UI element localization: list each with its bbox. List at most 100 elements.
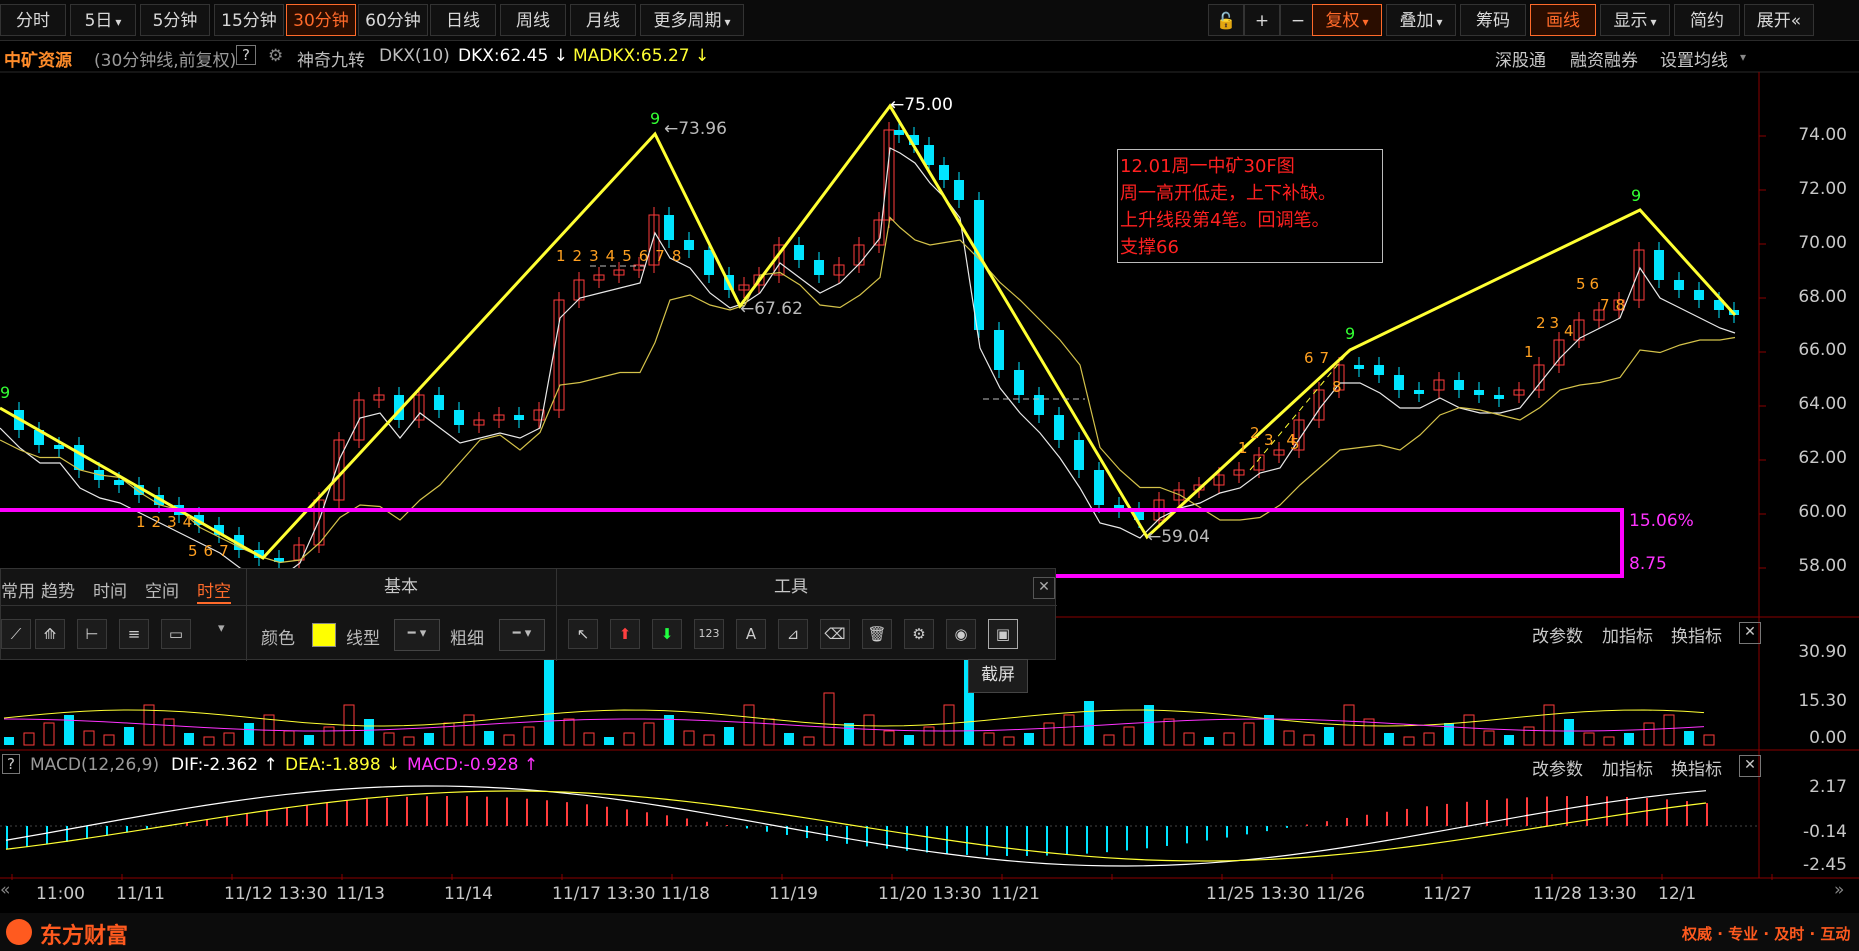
close-icon[interactable]: ✕ bbox=[1033, 577, 1055, 599]
number-icon[interactable]: 123 bbox=[694, 619, 724, 649]
price-tick: 62.00 bbox=[1798, 448, 1847, 468]
tab-time[interactable]: 时间 bbox=[93, 577, 127, 602]
chevron-down-icon[interactable]: ▾ bbox=[218, 621, 225, 636]
candle-down bbox=[1054, 415, 1064, 440]
vol-tick: 0.00 bbox=[1809, 728, 1847, 748]
count-seq: 1234 bbox=[136, 513, 199, 531]
scroll-left-icon[interactable]: « bbox=[0, 880, 10, 900]
macd-edit-params[interactable]: 改参数 bbox=[1532, 755, 1583, 780]
volume-bar-up bbox=[1543, 704, 1555, 746]
up-arrow-icon[interactable]: ⬆ bbox=[610, 619, 640, 649]
macd-add-indicator[interactable]: 加指标 bbox=[1602, 755, 1653, 780]
h-span-icon[interactable]: ⊢ bbox=[77, 619, 107, 649]
volume-bar-down bbox=[544, 645, 554, 745]
candle-down bbox=[1494, 395, 1504, 399]
volume-bar-up bbox=[1643, 722, 1655, 746]
volume-bar-down bbox=[1084, 701, 1094, 745]
candle-down bbox=[434, 395, 444, 410]
vol-add-indicator[interactable]: 加指标 bbox=[1602, 622, 1653, 647]
macd-hist-bar bbox=[606, 806, 608, 826]
volume-bar-up bbox=[43, 722, 55, 746]
vol-edit-params[interactable]: 改参数 bbox=[1532, 622, 1583, 647]
price-tick: 74.00 bbox=[1798, 125, 1847, 145]
tab-spacetime[interactable]: 时空 bbox=[197, 577, 231, 604]
volume-bar-up bbox=[1103, 734, 1115, 746]
candle-down bbox=[1094, 470, 1104, 505]
tab-trend[interactable]: 趋势 bbox=[41, 577, 75, 602]
macd-help-icon[interactable]: ? bbox=[2, 754, 20, 774]
trash-icon[interactable]: 🗑 bbox=[862, 619, 892, 649]
volume-bar-up bbox=[583, 732, 595, 746]
macd-hist-bar bbox=[506, 797, 508, 826]
count-seq: 4 bbox=[1564, 322, 1574, 340]
macd-hist-bar bbox=[106, 826, 108, 836]
macd-hist-bar bbox=[1006, 826, 1008, 856]
volume-bar-down bbox=[364, 719, 374, 745]
macd-hist-bar bbox=[6, 826, 8, 850]
macd-switch-indicator[interactable]: 换指标 bbox=[1671, 755, 1722, 780]
volume-bar-up bbox=[1583, 732, 1595, 746]
rectangle-icon[interactable]: ▭ bbox=[161, 619, 191, 649]
ruler-icon[interactable]: ⊿ bbox=[778, 619, 808, 649]
volume-bar-up bbox=[23, 732, 35, 746]
macd-hist-bar bbox=[1226, 826, 1228, 838]
candle-down bbox=[1374, 365, 1384, 375]
volume-bar-up bbox=[1183, 732, 1195, 746]
screenshot-icon[interactable]: ▣ bbox=[988, 619, 1018, 649]
volume-bar-down bbox=[1684, 731, 1694, 745]
low-label: ←59.04 bbox=[1147, 527, 1210, 547]
macd-hist-bar bbox=[686, 818, 688, 826]
macd-hist-bar bbox=[1366, 814, 1368, 826]
eye-icon[interactable]: ◉ bbox=[946, 619, 976, 649]
fan-lines-icon[interactable]: ⟰ bbox=[35, 619, 65, 649]
count-seq: 1 bbox=[1524, 343, 1534, 361]
volume-bar-up bbox=[1663, 714, 1675, 746]
close-icon[interactable]: ✕ bbox=[1739, 622, 1761, 644]
candle-down bbox=[954, 180, 964, 200]
count-seq: 23 bbox=[1536, 314, 1564, 332]
macd-hist-bar bbox=[1606, 796, 1608, 826]
kline-chart[interactable] bbox=[0, 0, 1859, 951]
tab-space[interactable]: 空间 bbox=[145, 577, 179, 602]
macd-hist-bar bbox=[646, 812, 648, 826]
eraser-icon[interactable]: ⌫ bbox=[820, 619, 850, 649]
volume-bar-up bbox=[683, 730, 695, 746]
down-arrow-icon[interactable]: ⬇ bbox=[652, 619, 682, 649]
volume-bar-down bbox=[604, 737, 614, 745]
annotation-box[interactable]: 12.01周一中矿30F图 周一高开低走，上下补缺。 上升线段第4笔。回调笔。 … bbox=[1117, 149, 1383, 263]
text-icon[interactable]: A bbox=[736, 619, 766, 649]
thickness-select[interactable]: ━ ▾ bbox=[499, 619, 545, 651]
macd-hist-bar bbox=[1566, 796, 1568, 826]
volume-bar-up bbox=[83, 730, 95, 746]
volume-bar-up bbox=[1703, 734, 1715, 746]
thickness-label: 粗细 bbox=[450, 629, 484, 649]
annotation-line: 12.01周一中矿30F图 bbox=[1120, 156, 1295, 177]
volume-bar-up bbox=[383, 732, 395, 746]
close-icon[interactable]: ✕ bbox=[1739, 755, 1761, 777]
cursor-icon[interactable]: ↖ bbox=[568, 619, 598, 649]
candle-down bbox=[1674, 280, 1684, 290]
vol-switch-indicator[interactable]: 换指标 bbox=[1671, 622, 1722, 647]
macd-hist-bar bbox=[1546, 796, 1548, 826]
drawing-toolbox: 常用 趋势 时间 空间 时空 基本 工具 ✕ ⟋ ⟰ ⊢ ≡ ▭ ▾ 颜色 线型… bbox=[0, 568, 1057, 661]
box-pct-label: 15.06% bbox=[1629, 511, 1694, 531]
settings-icon[interactable]: ⚙ bbox=[904, 619, 934, 649]
tab-common[interactable]: 常用 bbox=[1, 577, 35, 602]
macd-hist-bar bbox=[1426, 806, 1428, 826]
scroll-right-icon[interactable]: » bbox=[1834, 880, 1844, 900]
volume-bar-up bbox=[1483, 730, 1495, 746]
color-swatch[interactable] bbox=[312, 623, 336, 647]
macd-hist-bar bbox=[1126, 826, 1128, 851]
line-type-select[interactable]: ━ ▾ bbox=[394, 619, 440, 651]
volume-bar-down bbox=[784, 733, 794, 745]
candle-down bbox=[924, 145, 934, 165]
candle-down bbox=[794, 245, 804, 260]
ma-line-white bbox=[0, 147, 1736, 579]
volume-bar-up bbox=[1303, 734, 1315, 746]
candle-down bbox=[994, 330, 1004, 370]
volume-bar-down bbox=[4, 737, 14, 745]
count-seq: 5 bbox=[1290, 435, 1300, 453]
date-label: 11/11 bbox=[116, 884, 165, 904]
ray-fan-icon[interactable]: ⟋ bbox=[1, 619, 31, 649]
parallel-lines-icon[interactable]: ≡ bbox=[119, 619, 149, 649]
